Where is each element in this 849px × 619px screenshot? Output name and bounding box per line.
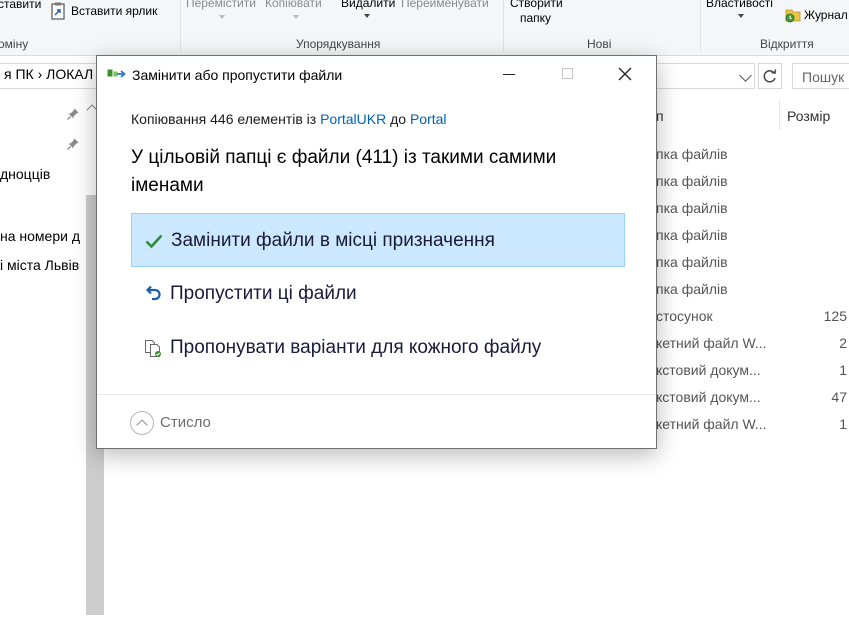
- file-type-cell[interactable]: пка файлів: [656, 146, 728, 162]
- new-folder-button[interactable]: Створити: [510, 0, 563, 10]
- ribbon: ставити Вставити ярлик оміну Перемістити…: [0, 0, 849, 56]
- address-path[interactable]: я ПК › ЛОКАЛ: [4, 66, 93, 82]
- dialog-divider: [97, 394, 656, 395]
- copy-summary: Копіювання 446 елементів із PortalUKR до…: [131, 111, 447, 127]
- move-to-button[interactable]: Перемістити: [186, 0, 256, 10]
- refresh-button[interactable]: [758, 63, 782, 89]
- history-button[interactable]: Журнал: [804, 8, 848, 22]
- search-input[interactable]: Пошук: [792, 63, 849, 89]
- organize-group-label: Упорядкування: [296, 37, 381, 51]
- decide-each-file-label: Пропонувати варіанти для кожного файлу: [170, 337, 542, 358]
- new-group-label: Нові: [587, 37, 612, 51]
- pin-icon[interactable]: [66, 107, 80, 121]
- ribbon-separator: [700, 0, 701, 52]
- undo-arrow-icon: [145, 285, 161, 301]
- nav-item[interactable]: дноцців: [0, 166, 50, 182]
- file-move-icon: [107, 69, 126, 78]
- file-type-cell[interactable]: кстовий докум...: [656, 362, 761, 378]
- properties-button[interactable]: Властивості: [706, 0, 773, 10]
- maximize-icon[interactable]: [562, 68, 573, 79]
- file-type-cell[interactable]: пка файлів: [656, 173, 728, 189]
- move-to-caret-icon: [219, 15, 225, 19]
- minimize-icon[interactable]: [503, 74, 515, 75]
- paste-shortcut-icon: [51, 2, 65, 20]
- history-icon: [785, 9, 801, 23]
- delete-button[interactable]: Видалити: [341, 0, 395, 10]
- open-group-label: Відкриття: [760, 37, 814, 51]
- column-header-size[interactable]: Розмір: [787, 108, 830, 124]
- compare-files-icon: [145, 340, 161, 357]
- source-folder-link[interactable]: PortalUKR: [320, 111, 386, 127]
- file-type-cell[interactable]: пка файлів: [656, 254, 728, 270]
- file-type-cell[interactable]: пка файлів: [656, 227, 728, 243]
- dialog-title: Замінити або пропустити файли: [132, 67, 343, 83]
- replace-files-option[interactable]: Замінити файли в місці призначення: [131, 213, 625, 267]
- file-type-cell[interactable]: стосунок: [656, 308, 713, 324]
- file-type-cell[interactable]: пка файлів: [656, 200, 728, 216]
- nav-item[interactable]: і міста Львів: [0, 257, 79, 273]
- ribbon-separator: [503, 0, 504, 52]
- nav-item[interactable]: на номери д: [0, 228, 80, 244]
- chevron-up-icon: [136, 419, 148, 431]
- dest-folder-link[interactable]: Portal: [410, 111, 447, 127]
- conflict-headline: У цільовій папці є файли (411) із такими…: [131, 147, 557, 196]
- paste-shortcut-button[interactable]: Вставити ярлик: [71, 4, 157, 18]
- close-icon[interactable]: [615, 64, 635, 84]
- file-size-cell[interactable]: 1: [839, 416, 847, 432]
- file-type-cell[interactable]: пка файлів: [656, 281, 728, 297]
- fewer-details-link[interactable]: Стисло: [160, 414, 211, 431]
- skip-files-label: Пропустити ці файли: [170, 283, 357, 304]
- clipboard-group-label: оміну: [0, 37, 29, 51]
- copy-to-button[interactable]: Копіювати: [265, 0, 322, 10]
- search-placeholder: Пошук: [802, 69, 845, 85]
- rename-button[interactable]: Перейменувати: [401, 0, 489, 10]
- replace-files-label: Замінити файли в місці призначення: [171, 230, 495, 251]
- column-separator[interactable]: [779, 100, 780, 130]
- file-type-cell[interactable]: кстовий докум...: [656, 389, 761, 405]
- refresh-icon: [763, 69, 777, 83]
- replace-or-skip-dialog: Замінити або пропустити файли Копіювання…: [96, 55, 657, 449]
- paste-button[interactable]: ставити: [0, 0, 41, 11]
- copy-summary-prefix: Копіювання 446 елементів із: [131, 111, 321, 127]
- file-type-cell[interactable]: кетний файл W...: [656, 335, 767, 351]
- file-size-cell[interactable]: 1: [839, 362, 847, 378]
- ribbon-separator: [180, 0, 181, 52]
- pin-icon[interactable]: [66, 137, 80, 151]
- collapse-details-button[interactable]: [130, 411, 154, 435]
- copy-to-caret-icon: [293, 15, 299, 19]
- file-size-cell[interactable]: 47: [831, 389, 847, 405]
- decide-each-file-option[interactable]: Пропонувати варіанти для кожного файлу: [131, 321, 625, 375]
- copy-summary-mid: до: [386, 111, 410, 127]
- file-size-cell[interactable]: 125: [824, 308, 847, 324]
- new-folder-button-line2[interactable]: папку: [520, 11, 551, 25]
- file-size-cell[interactable]: 2: [839, 335, 847, 351]
- column-header-type[interactable]: п: [656, 108, 664, 124]
- delete-caret-icon: [364, 14, 370, 18]
- properties-caret-icon: [738, 14, 744, 18]
- dialog-titlebar[interactable]: Замінити або пропустити файли: [97, 56, 656, 92]
- file-type-cell[interactable]: кетний файл W...: [656, 416, 767, 432]
- skip-files-option[interactable]: Пропустити ці файли: [131, 267, 625, 321]
- checkmark-icon: [145, 234, 163, 249]
